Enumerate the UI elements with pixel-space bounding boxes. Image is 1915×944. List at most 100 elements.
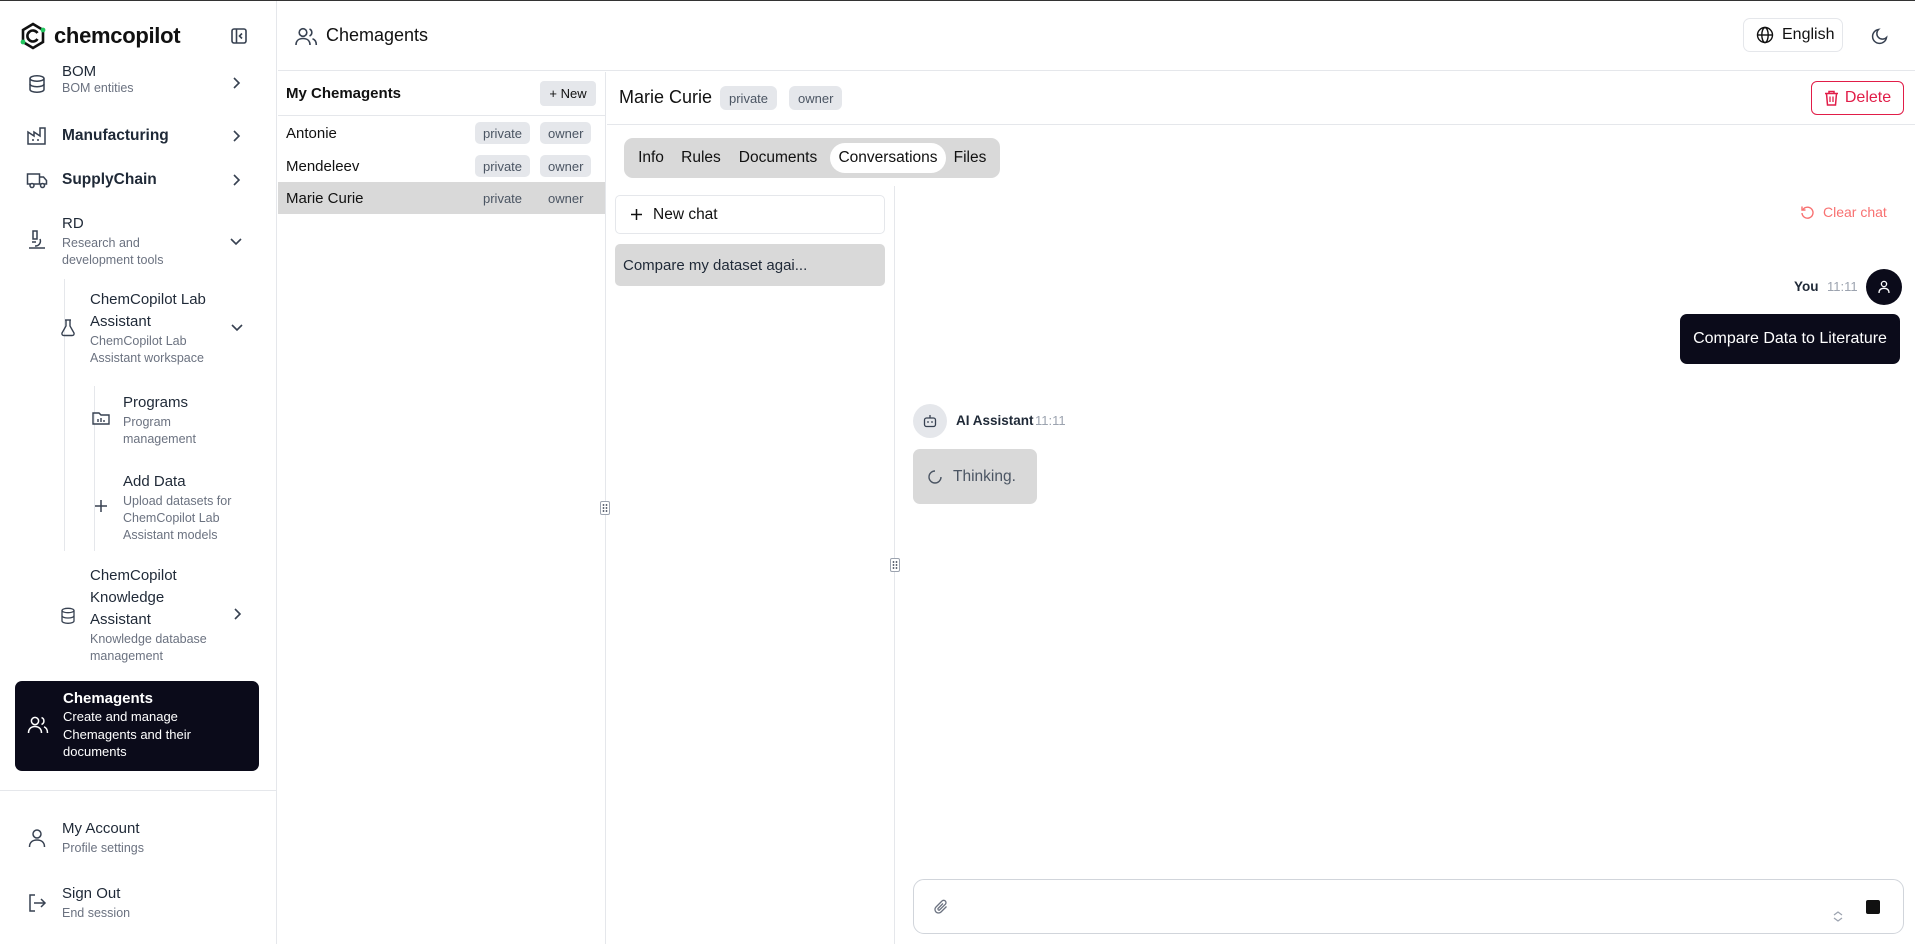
assistant-thinking-bubble: Thinking. xyxy=(913,449,1037,504)
visibility-badge: private xyxy=(475,155,531,177)
chevron-right-icon xyxy=(228,75,244,91)
sidebar-item-sublabel: Knowledge database management xyxy=(90,632,207,663)
thinking-text: Thinking. xyxy=(953,467,1016,485)
message-timestamp: 11:11 xyxy=(1035,413,1066,428)
chemagent-row-mendeleev[interactable]: Mendeleev private owner xyxy=(278,150,605,182)
chevron-down-icon xyxy=(228,233,244,249)
sidebar-item-sign-out[interactable]: Sign Out End session xyxy=(14,883,260,923)
sidebar-item-chemagents[interactable]: Chemagents Create and manage Chemagents … xyxy=(15,681,259,771)
attach-file-button[interactable] xyxy=(930,896,952,918)
sidebar-item-label: BOM xyxy=(62,63,97,80)
user-icon xyxy=(26,827,48,849)
trash-icon xyxy=(1824,90,1838,106)
collapse-sidebar-button[interactable] xyxy=(228,25,250,47)
sidebar-item-sublabel: ChemCopilot Lab Assistant workspace xyxy=(90,334,204,365)
plus-icon xyxy=(94,499,108,518)
rotate-ccw-icon xyxy=(1801,206,1814,219)
sidebar-item-sublabel: Profile settings xyxy=(62,841,144,855)
conversation-item[interactable]: Compare my dataset agai... xyxy=(615,244,885,286)
chemagents-list-header: My Chemagents + New xyxy=(278,72,606,116)
brand[interactable]: chemcopilot xyxy=(18,19,181,53)
sidebar-item-programs[interactable]: Programs Program management xyxy=(86,392,260,448)
loading-spinner-icon xyxy=(928,469,942,484)
tab-files[interactable]: Files xyxy=(948,143,992,173)
language-selector[interactable]: English xyxy=(1743,18,1843,52)
sidebar-item-bom[interactable]: BOM BOM entities xyxy=(14,63,260,107)
chemagent-name: Antonie xyxy=(286,124,337,142)
folder-chart-icon xyxy=(92,410,110,431)
bot-icon xyxy=(923,415,937,428)
truck-icon xyxy=(26,169,48,191)
sidebar-item-label: ChemCopilot Knowledge Assistant xyxy=(90,567,177,628)
sidebar-item-label: Add Data xyxy=(123,473,186,490)
delete-chemagent-button[interactable]: Delete xyxy=(1811,81,1904,115)
database-icon xyxy=(60,607,76,630)
top-header: Chemagents English xyxy=(278,1,1915,71)
log-out-icon xyxy=(26,892,48,914)
user-icon xyxy=(1878,280,1890,294)
message-sender: AI Assistant xyxy=(956,413,1034,428)
brand-name: chemcopilot xyxy=(54,23,181,48)
role-badge: owner xyxy=(540,155,592,177)
plus-icon xyxy=(631,209,642,220)
chemagents-list-title: My Chemagents xyxy=(286,85,402,102)
chemagents-list-panel: My Chemagents + New Antonie private owne… xyxy=(278,72,606,944)
users-icon xyxy=(295,27,318,46)
tab-rules[interactable]: Rules xyxy=(676,143,726,173)
sidebar-item-supplychain[interactable]: SupplyChain xyxy=(14,167,260,193)
sidebar-item-label: Manufacturing xyxy=(62,127,169,144)
sidebar-item-label: My Account xyxy=(62,820,140,837)
microscope-icon xyxy=(26,229,48,251)
chemagent-name: Mendeleev xyxy=(286,157,360,175)
chemagent-title: Marie Curie xyxy=(619,87,713,107)
role-badge: owner xyxy=(789,86,843,110)
sidebar-item-label: Chemagents xyxy=(63,690,154,707)
new-chemagent-button[interactable]: + New xyxy=(540,81,596,106)
database-icon xyxy=(26,73,48,95)
sidebar-item-rd[interactable]: RD Research and development tools xyxy=(14,213,260,273)
page-title: Chemagents xyxy=(326,25,429,45)
chevron-down-icon xyxy=(230,319,244,337)
assistant-avatar xyxy=(913,404,947,438)
chevron-right-icon xyxy=(232,607,242,626)
clear-chat-label: Clear chat xyxy=(1823,204,1887,220)
delete-label: Delete xyxy=(1844,89,1892,106)
users-icon xyxy=(27,715,49,740)
stop-generation-button[interactable] xyxy=(1866,900,1880,914)
tab-documents[interactable]: Documents xyxy=(728,143,828,173)
message-input[interactable] xyxy=(964,890,1824,924)
sidebar-collapse-icon xyxy=(231,28,247,44)
language-label: English xyxy=(1782,26,1835,43)
factory-icon xyxy=(26,125,48,147)
sidebar-item-sublabel: BOM entities xyxy=(62,81,134,95)
tab-conversations[interactable]: Conversations xyxy=(830,143,946,173)
chemagent-row-marie-curie[interactable]: Marie Curie private owner xyxy=(278,182,605,214)
sidebar-item-my-account[interactable]: My Account Profile settings xyxy=(14,818,260,858)
conversation-list-panel: New chat Compare my dataset agai... xyxy=(607,186,895,944)
sidebar-item-knowledge-assistant[interactable]: ChemCopilot Knowledge Assistant Knowledg… xyxy=(52,565,260,669)
message-composer xyxy=(913,879,1904,934)
role-badge: owner xyxy=(548,190,584,206)
clear-chat-button[interactable]: Clear chat xyxy=(1800,204,1887,220)
visibility-badge: private xyxy=(720,86,778,110)
visibility-badge: private xyxy=(475,122,531,144)
role-badge: owner xyxy=(540,122,592,144)
textarea-resize-icon xyxy=(1833,911,1843,922)
user-avatar xyxy=(1866,269,1902,305)
theme-toggle-button[interactable] xyxy=(1869,25,1891,47)
sidebar-item-add-data[interactable]: Add Data Upload datasets for ChemCopilot… xyxy=(86,471,260,545)
chemagent-tabs: Info Rules Documents Conversations Files xyxy=(624,138,1000,178)
new-chat-button[interactable]: New chat xyxy=(615,195,885,234)
sidebar-item-lab-assistant[interactable]: ChemCopilot Lab Assistant ChemCopilot La… xyxy=(52,289,260,373)
tab-info[interactable]: Info xyxy=(628,143,674,173)
moon-icon xyxy=(1871,28,1888,45)
paperclip-icon xyxy=(934,899,947,914)
user-message-bubble: Compare Data to Literature xyxy=(1680,314,1900,364)
sidebar-item-manufacturing[interactable]: Manufacturing xyxy=(14,123,260,149)
chemagent-row-antonie[interactable]: Antonie private owner xyxy=(278,117,605,149)
sidebar-item-sublabel: End session xyxy=(62,906,131,920)
chat-panel: Clear chat You 11:11 Compare Data to Lit… xyxy=(896,186,1915,944)
chemagent-name: Marie Curie xyxy=(286,189,364,207)
chevron-right-icon xyxy=(228,172,244,188)
sidebar-divider xyxy=(0,790,277,791)
